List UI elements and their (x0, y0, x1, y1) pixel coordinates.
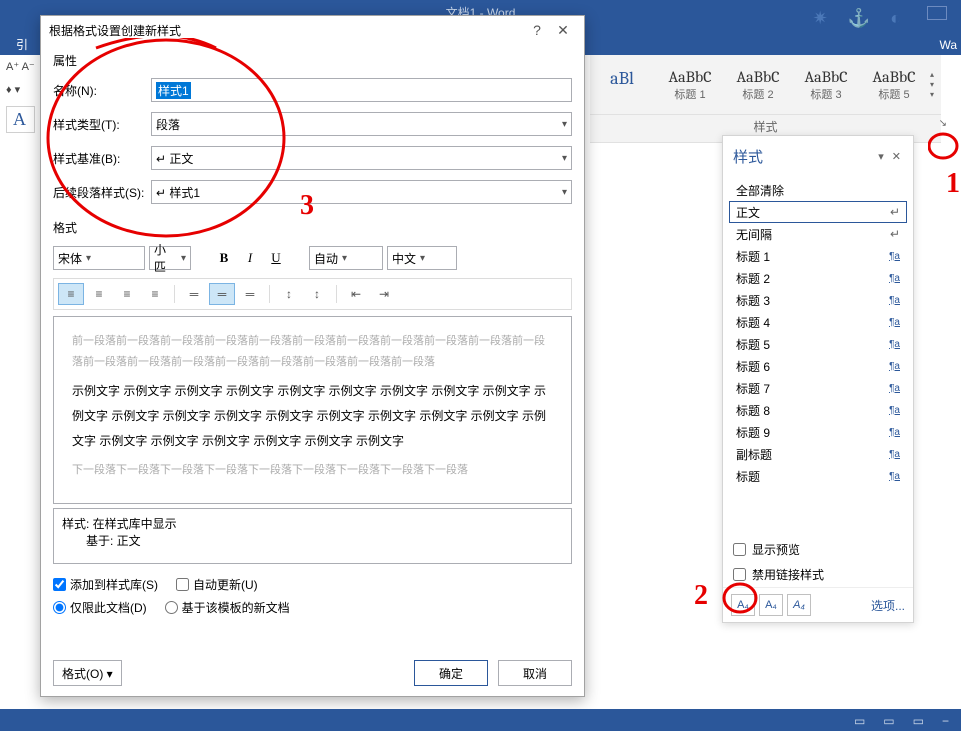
show-preview-checkbox[interactable] (733, 543, 746, 556)
gallery-item[interactable]: AaBbC标题 1 (658, 68, 722, 102)
line-space-2-icon[interactable]: ═ (237, 283, 263, 305)
style-preview: 前一段落前一段落前一段落前一段落前一段落前一段落前一段落前一段落前一段落前一段落… (53, 316, 572, 504)
style-item[interactable]: 副标题¶a (729, 443, 907, 465)
add-to-gallery-checkbox[interactable]: 添加到样式库(S) (53, 576, 158, 593)
read-mode-icon[interactable]: ▭ (854, 714, 865, 728)
base-select[interactable]: ↵ 正文 (151, 146, 572, 170)
format-menu-button[interactable]: 格式(O) ▾ (53, 660, 122, 686)
name-input[interactable]: 样式1 (151, 78, 572, 102)
styles-gallery: aBlAaBbC标题 1AaBbC标题 2AaBbC标题 3AaBbC标题 5 … (590, 55, 941, 115)
style-description: 样式: 在样式库中显示 基于: 正文 (53, 508, 572, 564)
help-icon[interactable]: ? (524, 22, 550, 38)
user-label: Wa (939, 38, 957, 52)
pane-options-link[interactable]: 选项... (871, 597, 905, 614)
clear-format-icon[interactable]: ♦ ▾ (6, 83, 35, 96)
pane-menu-icon[interactable]: ▾ (878, 150, 884, 163)
gallery-item[interactable]: aBl (590, 68, 654, 102)
color-select[interactable]: 自动 (309, 246, 383, 270)
doc-only-radio[interactable]: 仅限此文档(D) (53, 599, 147, 616)
bold-button[interactable]: B (213, 247, 235, 269)
print-layout-icon[interactable]: ▭ (883, 714, 894, 728)
pane-title: 样式 (733, 146, 874, 167)
create-style-dialog: 根据格式设置创建新样式 ? ✕ 属性 名称(N): 样式1 样式类型(T): 段… (40, 15, 585, 697)
view-buttons: ▭ ▭ ▭ − (854, 714, 949, 728)
align-center-icon[interactable]: ≡ (86, 283, 112, 305)
line-space-15-icon[interactable]: ═ (209, 283, 235, 305)
ribbon-left-icons: A⁺ A⁻ ♦ ▾ A (6, 60, 35, 133)
style-clear-all[interactable]: 全部清除 (729, 179, 907, 201)
lang-select[interactable]: 中文 (387, 246, 457, 270)
ribbon-tab-ref[interactable]: 引 (16, 36, 28, 53)
follow-select[interactable]: ↵ 样式1 (151, 180, 572, 204)
indent-inc-icon[interactable]: ⇥ (371, 283, 397, 305)
size-select[interactable]: 小匹 (149, 246, 191, 270)
annotation-label-1: 1 (946, 168, 960, 200)
section-format: 格式 (53, 219, 572, 236)
style-item[interactable]: 标题 8¶a (729, 399, 907, 421)
preview-prev-text: 前一段落前一段落前一段落前一段落前一段落前一段落前一段落前一段落前一段落前一段落… (72, 331, 553, 373)
pane-close-icon[interactable]: ✕ (892, 150, 901, 163)
dialog-title: 根据格式设置创建新样式 (49, 22, 524, 39)
type-select[interactable]: 段落 (151, 112, 572, 136)
align-justify-icon[interactable]: ≡ (142, 283, 168, 305)
style-item[interactable]: 标题 3¶a (729, 289, 907, 311)
paragraph-toolbar: ≡ ≡ ≡ ≡ ═ ═ ═ ↕ ↕ ⇤ ⇥ (53, 278, 572, 310)
style-item[interactable]: 标题 2¶a (729, 267, 907, 289)
gallery-expand-icon[interactable]: ▴▾▾ (930, 70, 934, 100)
font-group-icon[interactable]: A⁺ A⁻ (6, 60, 35, 73)
annotation-label-2: 2 (694, 580, 708, 612)
section-properties: 属性 (53, 52, 572, 69)
styles-pane: 样式 ▾ ✕ 全部清除 正文↵无间隔↵标题 1¶a标题 2¶a标题 3¶a标题 … (722, 135, 914, 623)
base-label: 样式基准(B): (53, 150, 151, 167)
disable-linked-checkbox[interactable] (733, 568, 746, 581)
auto-update-checkbox[interactable]: 自动更新(U) (176, 576, 258, 593)
underline-button[interactable]: U (265, 247, 287, 269)
gallery-item[interactable]: AaBbC标题 5 (862, 68, 926, 102)
style-item[interactable]: 无间隔↵ (729, 223, 907, 245)
window-restore-icon[interactable] (927, 6, 947, 20)
style-item[interactable]: 标题¶a (729, 465, 907, 487)
preview-sample-text: 示例文字 示例文字 示例文字 示例文字 示例文字 示例文字 示例文字 示例文字 … (72, 379, 553, 455)
template-radio[interactable]: 基于该模板的新文档 (165, 599, 290, 616)
style-item[interactable]: 标题 4¶a (729, 311, 907, 333)
space-before-icon[interactable]: ↕ (276, 283, 302, 305)
manage-styles-icon[interactable]: A₄ (787, 594, 811, 616)
indent-dec-icon[interactable]: ⇤ (343, 283, 369, 305)
style-item[interactable]: 标题 7¶a (729, 377, 907, 399)
gallery-item[interactable]: AaBbC标题 2 (726, 68, 790, 102)
align-left-icon[interactable]: ≡ (58, 283, 84, 305)
style-item[interactable]: 标题 5¶a (729, 333, 907, 355)
status-bar (0, 709, 961, 731)
text-effect-icon[interactable]: A (6, 106, 35, 133)
follow-label: 后续段落样式(S): (53, 184, 151, 201)
ok-button[interactable]: 确定 (414, 660, 488, 686)
title-decoration: ✷⚓◐ (813, 8, 901, 29)
space-after-icon[interactable]: ↕ (304, 283, 330, 305)
new-style-icon[interactable]: A₄ (731, 594, 755, 616)
line-space-1-icon[interactable]: ═ (181, 283, 207, 305)
web-layout-icon[interactable]: ▭ (913, 714, 924, 728)
font-select[interactable]: 宋体 (53, 246, 145, 270)
align-right-icon[interactable]: ≡ (114, 283, 140, 305)
preview-next-text: 下一段落下一段落下一段落下一段落下一段落下一段落下一段落下一段落下一段落 (72, 460, 553, 481)
italic-button[interactable]: I (239, 247, 261, 269)
style-item[interactable]: 标题 6¶a (729, 355, 907, 377)
styles-dialog-launcher-icon[interactable]: ↘ (939, 118, 947, 129)
dialog-titlebar: 根据格式设置创建新样式 ? ✕ (41, 16, 584, 44)
close-icon[interactable]: ✕ (550, 22, 576, 39)
cancel-button[interactable]: 取消 (498, 660, 572, 686)
gallery-item[interactable]: AaBbC标题 3 (794, 68, 858, 102)
name-label: 名称(N): (53, 82, 151, 99)
style-inspector-icon[interactable]: A₄ (759, 594, 783, 616)
style-item[interactable]: 标题 9¶a (729, 421, 907, 443)
zoom-out-icon[interactable]: − (942, 714, 949, 728)
style-item[interactable]: 标题 1¶a (729, 245, 907, 267)
style-item[interactable]: 正文↵ (729, 201, 907, 223)
type-label: 样式类型(T): (53, 116, 151, 133)
